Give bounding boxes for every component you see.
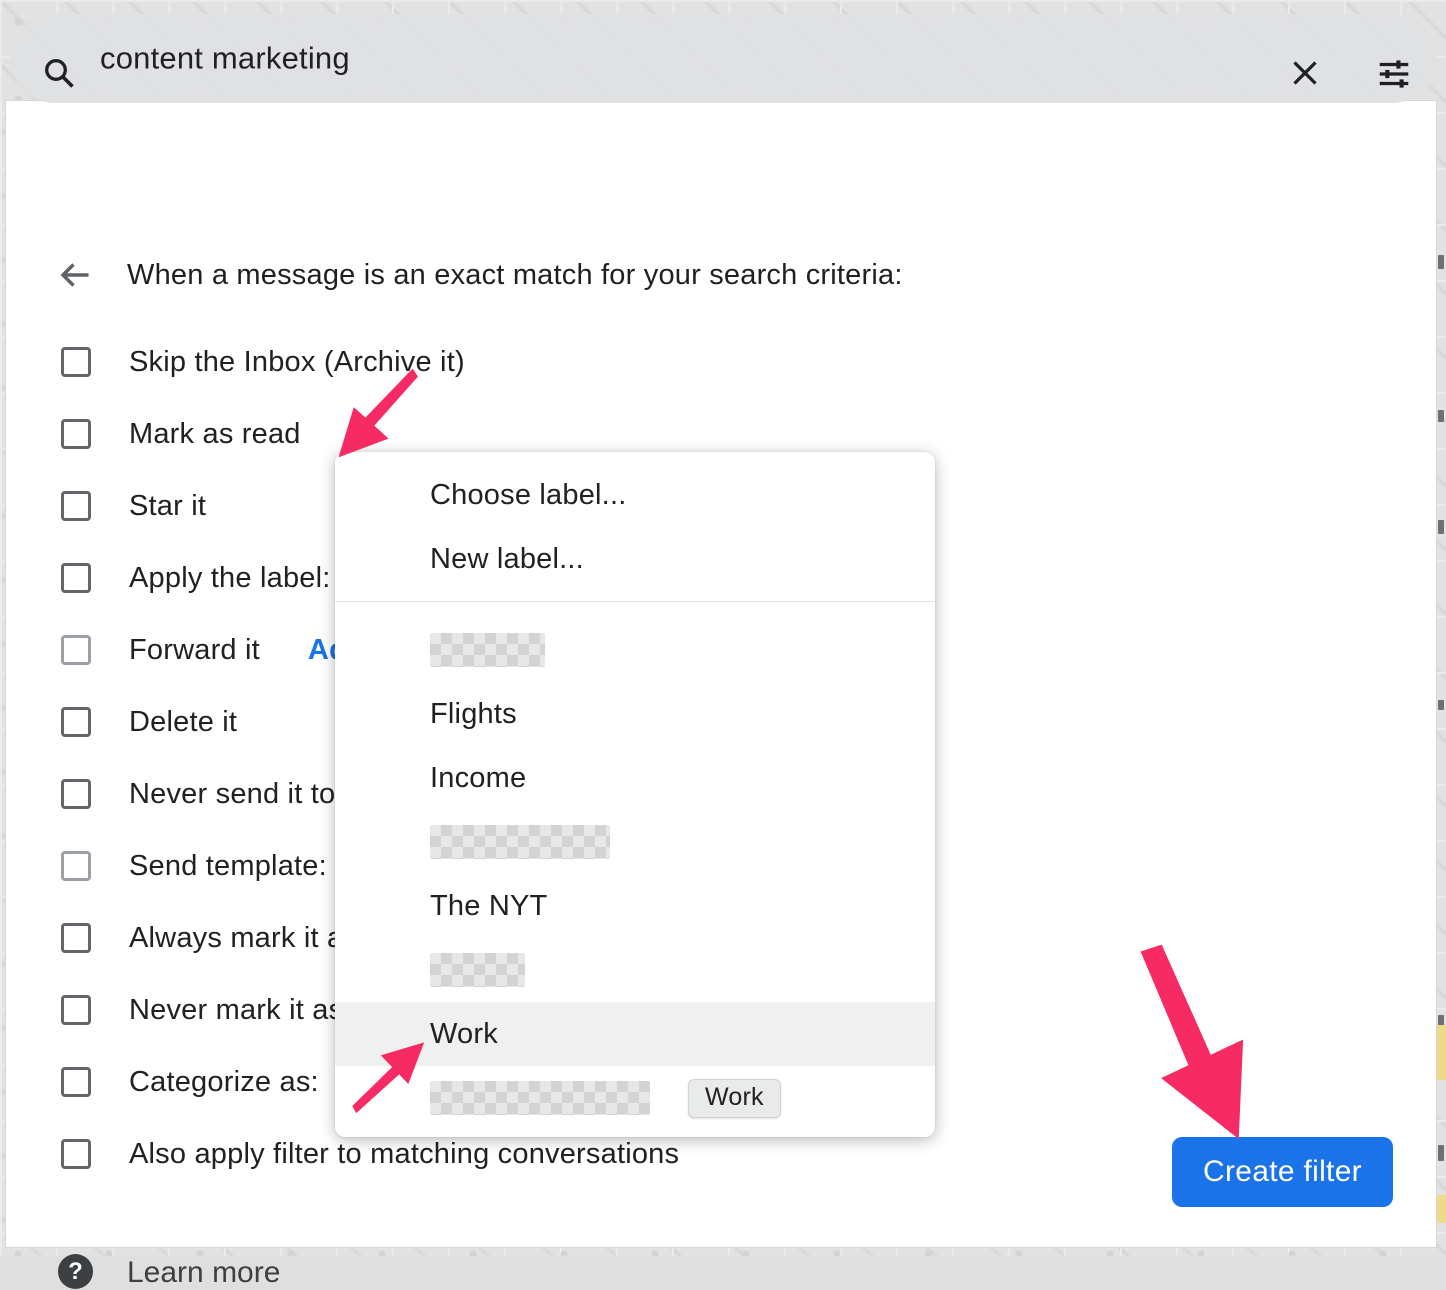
- filter-row-skip-inbox: Skip the Inbox (Archive it): [61, 326, 465, 398]
- search-options-icon[interactable]: [1375, 55, 1413, 93]
- menu-item-text: Flights: [430, 698, 517, 731]
- menu-item-choose-label[interactable]: Choose label...: [335, 463, 935, 527]
- checkbox-also-apply[interactable]: [61, 1139, 91, 1169]
- menu-item-redacted-label[interactable]: Work: [335, 1066, 935, 1130]
- menu-item-redacted-label[interactable]: [335, 938, 935, 1002]
- create-filter-button[interactable]: Create filter: [1172, 1137, 1393, 1207]
- work-tooltip-chip: Work: [688, 1079, 781, 1118]
- menu-item-text: Work: [430, 1018, 498, 1051]
- menu-item-the-nyt[interactable]: The NYT: [335, 874, 935, 938]
- filter-row-label: Also apply filter to matching conversati…: [129, 1138, 679, 1171]
- filter-row-label: Skip the Inbox (Archive it): [129, 346, 465, 379]
- filter-row-label: Mark as read: [129, 418, 301, 451]
- menu-item-income[interactable]: Income: [335, 746, 935, 810]
- menu-item-text: The NYT: [430, 890, 547, 923]
- filter-row-label: Apply the label:: [129, 562, 331, 595]
- search-bar: content marketing: [10, 14, 1437, 103]
- help-icon[interactable]: ?: [58, 1254, 93, 1289]
- menu-item-text: New label...: [430, 543, 584, 576]
- checkbox-always-important[interactable]: [61, 923, 91, 953]
- dialog-title: When a message is an exact match for you…: [127, 259, 903, 292]
- checkbox-categorize[interactable]: [61, 1067, 91, 1097]
- menu-item-flights[interactable]: Flights: [335, 682, 935, 746]
- redacted-label-text: [430, 1081, 650, 1115]
- filter-row-delete: Delete it: [61, 686, 237, 758]
- filter-row-label: Categorize as:: [129, 1066, 319, 1099]
- menu-item-redacted-label[interactable]: [335, 810, 935, 874]
- checkbox-delete[interactable]: [61, 707, 91, 737]
- menu-separator: [335, 601, 935, 602]
- learn-more-link[interactable]: Learn more: [127, 1256, 280, 1290]
- redacted-label-text: [430, 953, 525, 987]
- checkbox-never-spam[interactable]: [61, 779, 91, 809]
- checkbox-skip-inbox[interactable]: [61, 347, 91, 377]
- back-arrow-icon[interactable]: [57, 257, 93, 293]
- checkbox-mark-read[interactable]: [61, 419, 91, 449]
- checkbox-apply-label[interactable]: [61, 563, 91, 593]
- label-dropdown-menu: Choose label... New label... Flights Inc…: [335, 452, 935, 1137]
- search-icon: [41, 55, 77, 91]
- menu-item-work[interactable]: Work: [335, 1002, 935, 1066]
- redacted-label-text: [430, 633, 545, 667]
- filter-row-label: Delete it: [129, 706, 237, 739]
- filter-row-label: Forward it: [129, 634, 260, 667]
- background-content-sliver: [1437, 100, 1446, 1246]
- filter-row-star: Star it: [61, 470, 206, 542]
- menu-item-text: Choose label...: [430, 479, 626, 512]
- checkbox-send-template[interactable]: [61, 851, 91, 881]
- menu-item-text: Income: [430, 762, 526, 795]
- clear-search-icon[interactable]: [1287, 55, 1323, 91]
- filter-row-label: Send template:: [129, 850, 327, 883]
- checkbox-star[interactable]: [61, 491, 91, 521]
- menu-item-new-label[interactable]: New label...: [335, 527, 935, 591]
- checkbox-forward[interactable]: [61, 635, 91, 665]
- search-input[interactable]: content marketing: [100, 40, 350, 76]
- redacted-label-text: [430, 825, 610, 859]
- checkbox-never-important[interactable]: [61, 995, 91, 1025]
- filter-row-mark-read: Mark as read: [61, 398, 301, 470]
- filter-row-label: Star it: [129, 490, 206, 523]
- menu-item-redacted-label[interactable]: [335, 618, 935, 682]
